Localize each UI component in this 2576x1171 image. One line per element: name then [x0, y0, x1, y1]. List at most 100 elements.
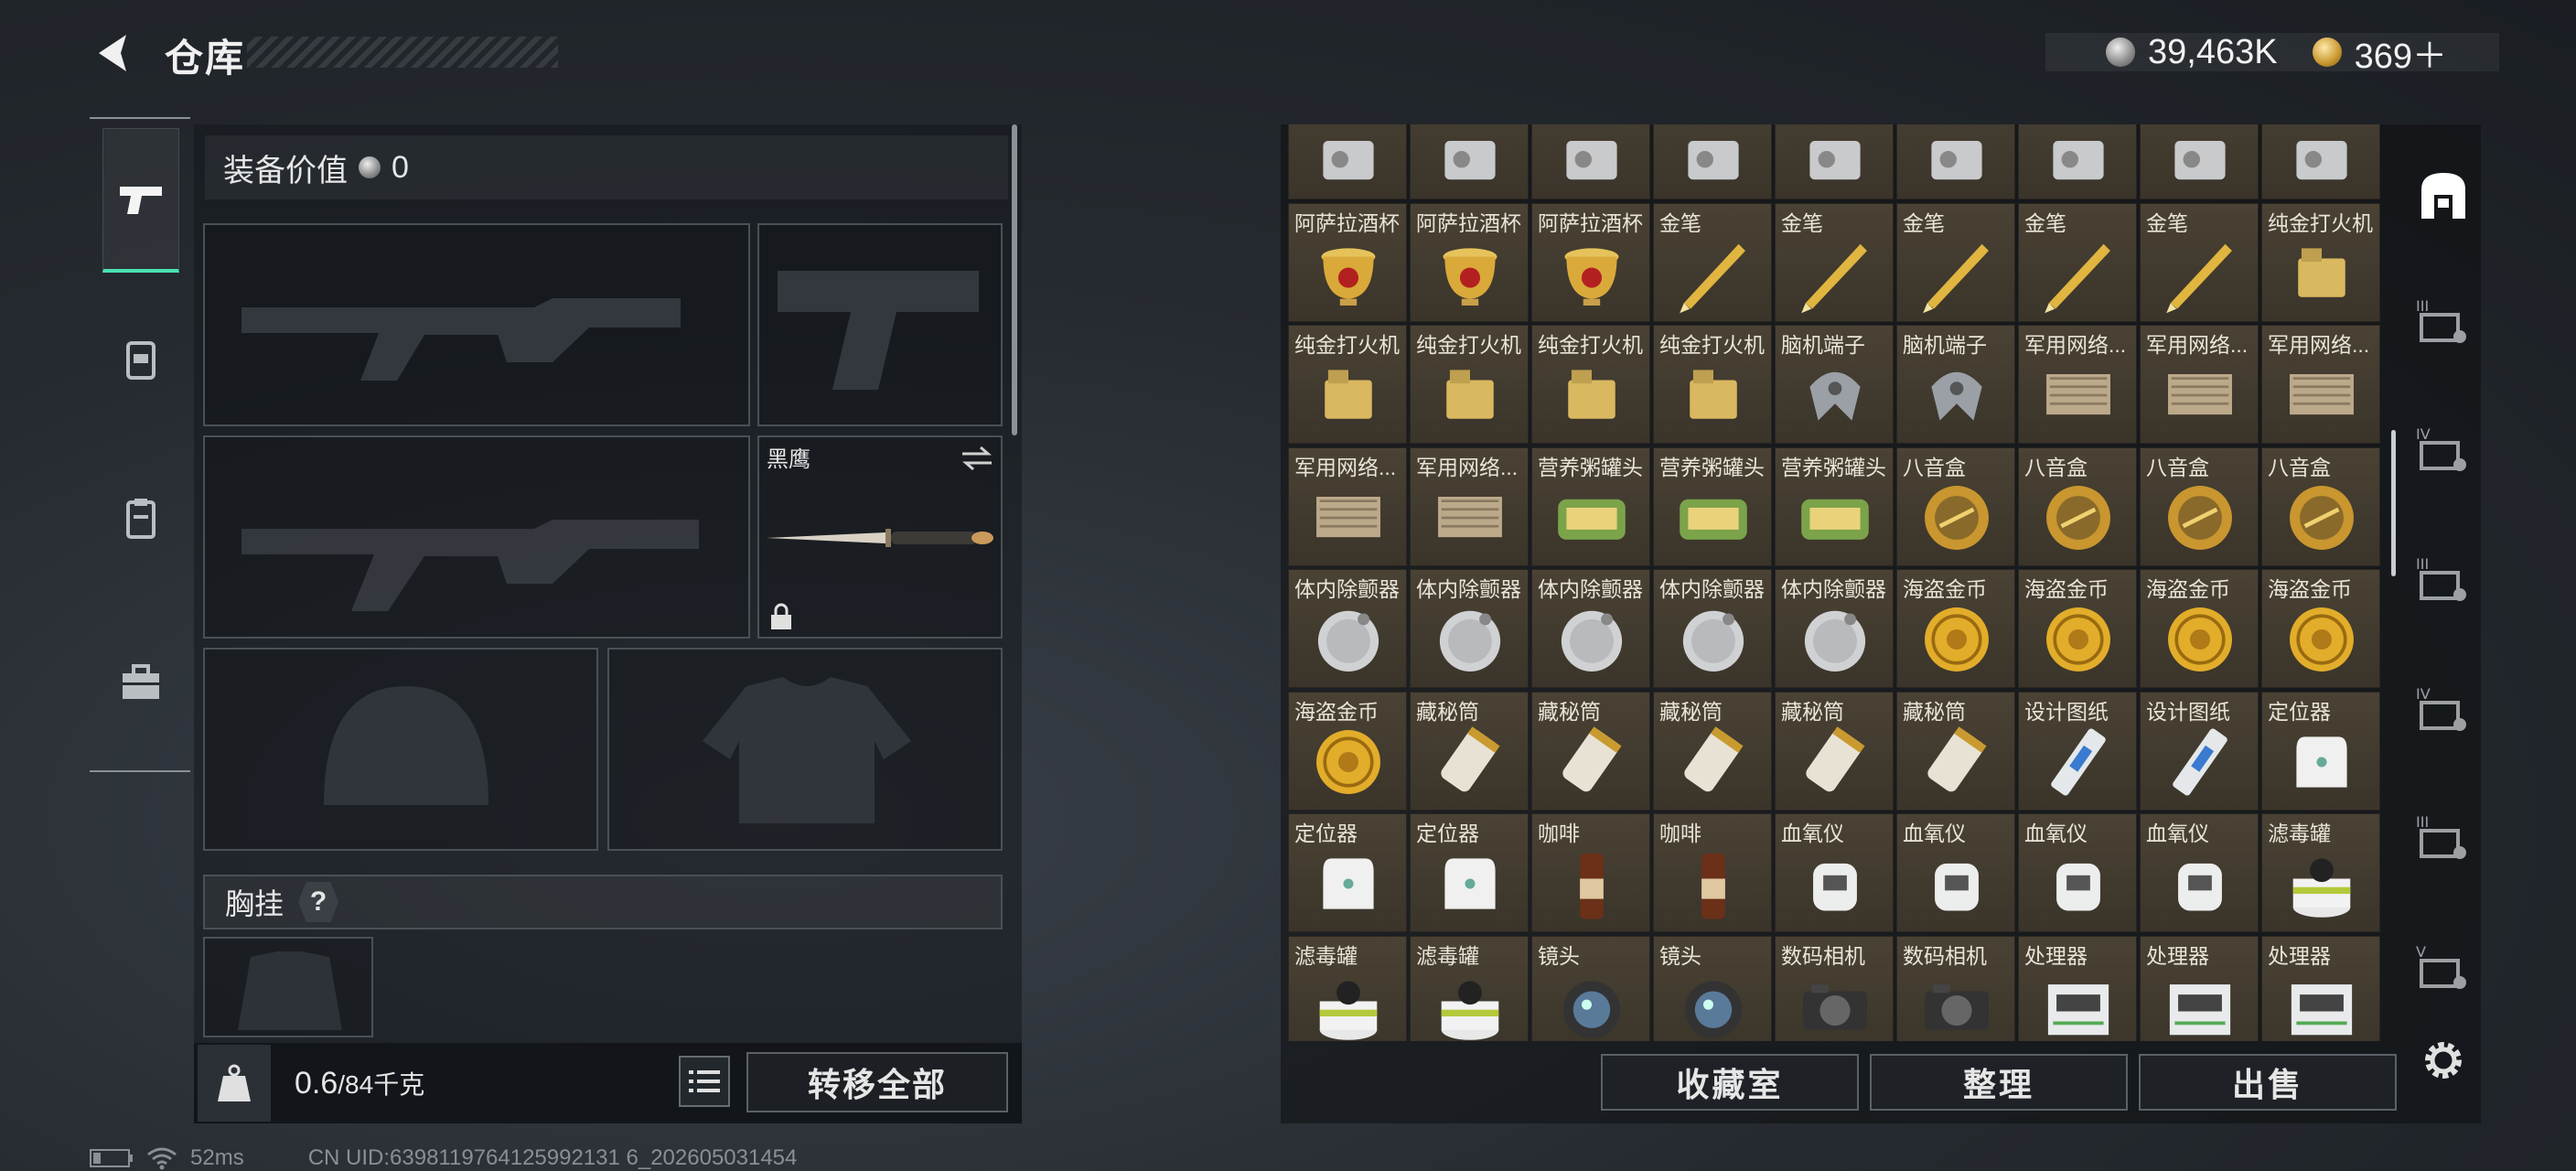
stash-item[interactable]: 藏秘筒: [1410, 691, 1529, 811]
stash-item[interactable]: 体内除颤器: [1531, 569, 1650, 688]
list-view-button[interactable]: [679, 1056, 730, 1107]
stash-item[interactable]: 咖啡: [1531, 813, 1650, 932]
stash-item[interactable]: 海盗金币: [2018, 569, 2137, 688]
stash-item[interactable]: 八音盒: [2261, 446, 2380, 566]
stash-item[interactable]: [2018, 124, 2137, 199]
stash-item[interactable]: 定位器: [1288, 813, 1407, 932]
stash-item[interactable]: 金笔: [2018, 202, 2137, 322]
pistol-slot[interactable]: [757, 223, 1003, 426]
stash-item[interactable]: 处理器: [2140, 935, 2259, 1041]
stash-item[interactable]: 军用网络...: [1288, 446, 1407, 566]
stash-item[interactable]: [1531, 124, 1650, 199]
stash-item[interactable]: [1653, 124, 1772, 199]
tab-armor[interactable]: [102, 320, 179, 397]
stash-item[interactable]: 血氧仪: [2018, 813, 2137, 932]
stash-item[interactable]: [1775, 124, 1894, 199]
tab-stash-3b[interactable]: III: [2411, 547, 2475, 611]
stash-item[interactable]: 海盗金币: [1896, 569, 2015, 688]
stash-item[interactable]: [1288, 124, 1407, 199]
tab-stash-3c[interactable]: III: [2411, 805, 2475, 869]
transfer-all-button[interactable]: 转移全部: [746, 1052, 1008, 1112]
swap-icon[interactable]: [961, 445, 993, 472]
tab-all-stash[interactable]: [2411, 163, 2475, 227]
stash-item[interactable]: 定位器: [2261, 691, 2380, 811]
stash-item[interactable]: 血氧仪: [1775, 813, 1894, 932]
secondary-weapon-slot[interactable]: [203, 435, 750, 639]
sort-button[interactable]: 整理: [1870, 1054, 2128, 1111]
stash-item[interactable]: 阿萨拉酒杯: [1288, 202, 1407, 322]
chest-rig-slot[interactable]: [203, 937, 373, 1037]
stash-item[interactable]: 营养粥罐头: [1653, 446, 1772, 566]
stash-scrollbar[interactable]: [2391, 430, 2396, 576]
stash-item[interactable]: 八音盒: [2018, 446, 2137, 566]
stash-item[interactable]: 海盗金币: [2261, 569, 2380, 688]
stash-item[interactable]: [1896, 124, 2015, 199]
stash-item[interactable]: 咖啡: [1653, 813, 1772, 932]
stash-item[interactable]: 金笔: [1775, 202, 1894, 322]
melee-slot[interactable]: 黑鹰: [757, 435, 1003, 639]
tab-stash-5[interactable]: V: [2411, 935, 2475, 999]
stash-item[interactable]: 设计图纸: [2140, 691, 2259, 811]
stash-item[interactable]: 八音盒: [2140, 446, 2259, 566]
stash-item[interactable]: 血氧仪: [1896, 813, 2015, 932]
stash-item[interactable]: 血氧仪: [2140, 813, 2259, 932]
stash-item[interactable]: 纯金打火机: [1531, 325, 1650, 444]
gold-balance[interactable]: 369＋: [2355, 27, 2447, 78]
stash-item[interactable]: 体内除颤器: [1410, 569, 1529, 688]
stash-item[interactable]: 藏秘筒: [1531, 691, 1650, 811]
help-icon[interactable]: ?: [298, 882, 339, 922]
stash-item[interactable]: 金笔: [1653, 202, 1772, 322]
stash-item[interactable]: 体内除颤器: [1288, 569, 1407, 688]
tab-stash-4a[interactable]: IV: [2411, 417, 2475, 481]
tab-stash-3a[interactable]: III: [2411, 289, 2475, 353]
sell-button[interactable]: 出售: [2139, 1054, 2397, 1111]
stash-item[interactable]: 藏秘筒: [1896, 691, 2015, 811]
collection-room-button[interactable]: 收藏室: [1601, 1054, 1859, 1111]
stash-item[interactable]: 纯金打火机: [1410, 325, 1529, 444]
stash-item[interactable]: 纯金打火机: [1653, 325, 1772, 444]
stash-item[interactable]: 处理器: [2261, 935, 2380, 1041]
stash-item[interactable]: 金笔: [1896, 202, 2015, 322]
stash-item[interactable]: 军用网络...: [1410, 446, 1529, 566]
stash-item[interactable]: 阿萨拉酒杯: [1531, 202, 1650, 322]
stash-item[interactable]: 滤毒罐: [2261, 813, 2380, 932]
stash-item[interactable]: 营养粥罐头: [1531, 446, 1650, 566]
stash-item[interactable]: 军用网络...: [2140, 325, 2259, 444]
stash-item[interactable]: 纯金打火机: [2261, 202, 2380, 322]
stash-item[interactable]: 滤毒罐: [1410, 935, 1529, 1041]
stash-item[interactable]: 八音盒: [1896, 446, 2015, 566]
stash-item[interactable]: 海盗金币: [1288, 691, 1407, 811]
stash-item[interactable]: 军用网络...: [2018, 325, 2137, 444]
back-arrow-icon[interactable]: [90, 29, 137, 77]
stash-item[interactable]: 数码相机: [1896, 935, 2015, 1041]
tab-supplies[interactable]: [102, 644, 179, 721]
stash-item[interactable]: 数码相机: [1775, 935, 1894, 1041]
stash-item[interactable]: 军用网络...: [2261, 325, 2380, 444]
stash-item[interactable]: 体内除颤器: [1775, 569, 1894, 688]
stash-item[interactable]: [1410, 124, 1529, 199]
stash-item[interactable]: 金笔: [2140, 202, 2259, 322]
stash-item[interactable]: 处理器: [2018, 935, 2137, 1041]
stash-item[interactable]: 藏秘筒: [1775, 691, 1894, 811]
stash-item[interactable]: 镜头: [1653, 935, 1772, 1041]
equipment-scrollbar[interactable]: [1012, 124, 1017, 435]
stash-item[interactable]: 阿萨拉酒杯: [1410, 202, 1529, 322]
stash-item[interactable]: [2261, 124, 2380, 199]
stash-item[interactable]: [2140, 124, 2259, 199]
helmet-slot[interactable]: [203, 648, 598, 851]
stash-item[interactable]: 营养粥罐头: [1775, 446, 1894, 566]
primary-weapon-slot[interactable]: [203, 223, 750, 426]
stash-item[interactable]: 纯金打火机: [1288, 325, 1407, 444]
tab-stash-4b[interactable]: IV: [2411, 677, 2475, 741]
stash-item[interactable]: 脑机端子: [1775, 325, 1894, 444]
stash-item[interactable]: 藏秘筒: [1653, 691, 1772, 811]
stash-item[interactable]: 定位器: [1410, 813, 1529, 932]
body-armor-slot[interactable]: [607, 648, 1003, 851]
tab-containers[interactable]: [102, 479, 179, 556]
settings-button[interactable]: [2411, 1028, 2475, 1092]
stash-item[interactable]: 镜头: [1531, 935, 1650, 1041]
stash-item[interactable]: 脑机端子: [1896, 325, 2015, 444]
stash-item[interactable]: 海盗金币: [2140, 569, 2259, 688]
stash-item[interactable]: 体内除颤器: [1653, 569, 1772, 688]
stash-item[interactable]: 滤毒罐: [1288, 935, 1407, 1041]
